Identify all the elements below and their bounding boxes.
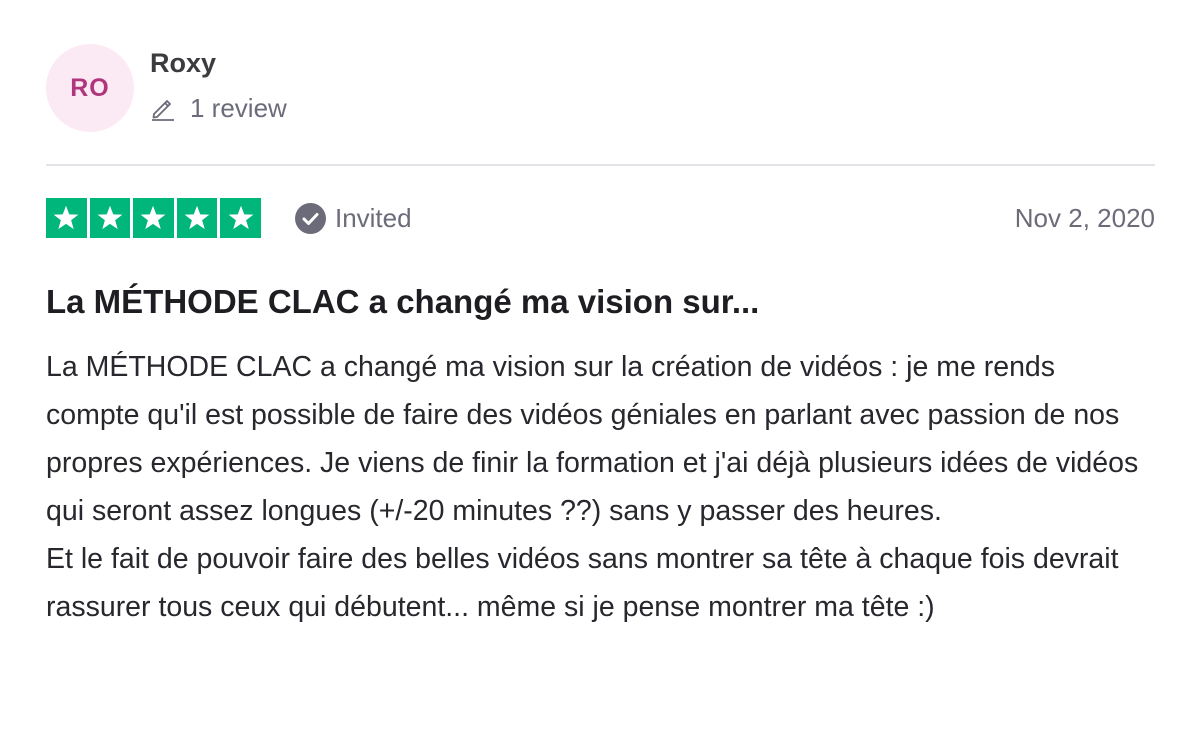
star-icon bbox=[46, 198, 87, 238]
star-rating bbox=[46, 198, 261, 238]
review-date: Nov 2, 2020 bbox=[1014, 202, 1155, 233]
verified-check-icon bbox=[294, 202, 326, 234]
review-count-row: 1 review bbox=[150, 93, 287, 124]
pencil-icon bbox=[150, 95, 176, 121]
review-count: 1 review bbox=[190, 92, 287, 123]
avatar-initials: RO bbox=[70, 73, 110, 102]
review-body: La MÉTHODE CLAC a changé ma vision sur l… bbox=[46, 351, 1139, 623]
avatar[interactable]: RO bbox=[46, 44, 134, 132]
divider bbox=[46, 164, 1155, 166]
invited-label: Invited bbox=[334, 202, 412, 233]
consumer-details: Roxy 1 review bbox=[150, 48, 287, 124]
review-title[interactable]: La MÉTHODE CLAC a changé ma vision sur..… bbox=[46, 280, 1155, 324]
consumer-info: RO Roxy 1 review bbox=[46, 44, 287, 132]
star-icon bbox=[220, 198, 261, 238]
star-icon bbox=[176, 198, 218, 238]
star-icon bbox=[89, 198, 131, 238]
review-card: RO Roxy 1 review Invited Nov 2, 2020 La … bbox=[0, 0, 1192, 744]
consumer-name[interactable]: Roxy bbox=[150, 47, 287, 79]
invited-badge[interactable]: Invited bbox=[294, 202, 412, 234]
star-icon bbox=[133, 198, 174, 238]
review-meta: Invited Nov 2, 2020 bbox=[46, 198, 1155, 238]
